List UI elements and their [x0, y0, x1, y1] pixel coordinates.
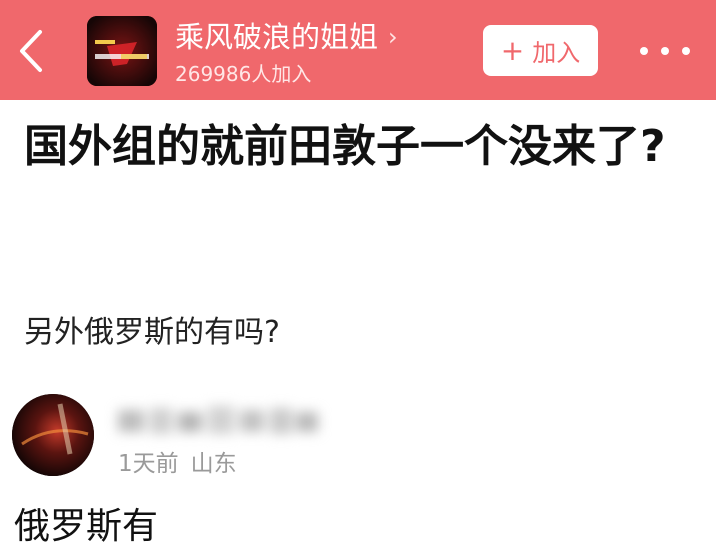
more-dot — [640, 47, 648, 55]
more-horizontal-icon[interactable] — [640, 38, 690, 64]
post-title: 国外组的就前田敦子一个没来了? — [24, 121, 666, 172]
comment-text: 俄罗斯有 — [14, 506, 159, 547]
comment-location: 山东 — [190, 451, 237, 477]
post-body: 另外俄罗斯的有吗? — [24, 315, 280, 350]
comment-time: 1天前 — [118, 451, 179, 477]
member-count: 269986人加入 — [175, 62, 312, 86]
more-dot — [661, 47, 669, 55]
more-dot — [682, 47, 690, 55]
back-chevron-icon[interactable] — [14, 28, 50, 74]
group-name[interactable]: 乘风破浪的姐姐 › — [175, 17, 398, 57]
join-button[interactable]: + 加入 — [483, 25, 598, 76]
avatar[interactable] — [12, 394, 94, 476]
comment-meta: 1天前 山东 — [118, 448, 237, 480]
group-logo[interactable] — [87, 16, 157, 86]
join-label: 加入 — [532, 39, 581, 67]
chevron-right-icon: › — [388, 23, 398, 51]
username-blurred[interactable] — [116, 400, 320, 440]
plus-icon: + — [500, 33, 525, 67]
group-name-text: 乘风破浪的姐姐 — [175, 20, 379, 54]
top-bar: 乘风破浪的姐姐 › 269986人加入 + 加入 — [0, 0, 716, 100]
